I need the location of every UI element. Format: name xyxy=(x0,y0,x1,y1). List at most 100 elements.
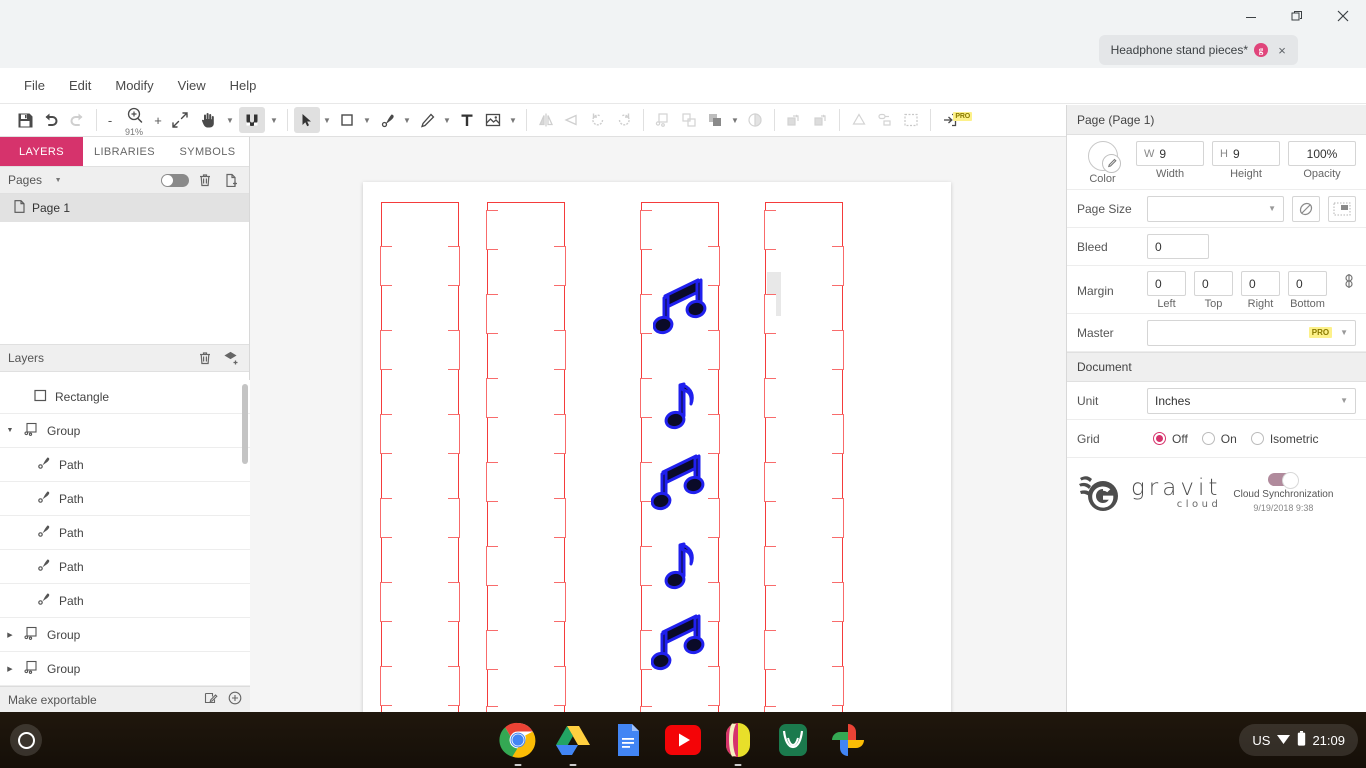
boolean-shapes-icon[interactable] xyxy=(702,107,728,133)
group-icon[interactable] xyxy=(650,107,676,133)
zoom-out-button[interactable]: - xyxy=(103,113,117,128)
artboard[interactable] xyxy=(363,182,951,712)
stand-piece-strip[interactable] xyxy=(485,202,567,712)
layer-row[interactable]: ▶ Group xyxy=(0,618,250,652)
mask-icon[interactable] xyxy=(742,107,768,133)
boolean-dropdown-caret-icon[interactable]: ▼ xyxy=(728,107,742,133)
edit-export-icon[interactable] xyxy=(204,691,218,708)
undo-icon[interactable] xyxy=(38,107,64,133)
wireshark-icon[interactable] xyxy=(774,721,812,759)
layer-row[interactable]: ▶ Group xyxy=(0,652,250,686)
image-tool-icon[interactable] xyxy=(480,107,506,133)
text-tool-icon[interactable] xyxy=(454,107,480,133)
music-note-beamed[interactable] xyxy=(651,450,707,512)
menu-edit[interactable]: Edit xyxy=(57,68,103,104)
select-dropdown-caret-icon[interactable]: ▼ xyxy=(320,107,334,133)
music-note-single[interactable] xyxy=(663,540,701,592)
page-item-page-1[interactable]: Page 1 xyxy=(0,194,249,222)
browser-tab[interactable]: Headphone stand pieces* g × xyxy=(1098,35,1298,65)
google-docs-icon[interactable] xyxy=(609,721,647,759)
menu-modify[interactable]: Modify xyxy=(103,68,165,104)
tab-symbols[interactable]: SYMBOLS xyxy=(166,137,249,166)
ungroup-icon[interactable] xyxy=(676,107,702,133)
page-opacity-input[interactable]: 100% xyxy=(1288,141,1356,166)
restore-icon[interactable] xyxy=(1274,0,1320,32)
add-export-icon[interactable] xyxy=(228,691,242,708)
shape-dropdown-caret-icon[interactable]: ▼ xyxy=(360,107,374,133)
page-orientation-button[interactable] xyxy=(1292,195,1320,222)
snap-dropdown-caret-icon[interactable]: ▼ xyxy=(267,107,281,133)
music-note-beamed[interactable] xyxy=(653,274,709,336)
layer-twisty-icon[interactable]: ▼ xyxy=(4,427,16,434)
layer-row[interactable]: Path xyxy=(0,516,250,550)
save-icon[interactable] xyxy=(12,107,38,133)
page-height-input[interactable]: H 9 xyxy=(1212,141,1280,166)
pencil-dropdown-caret-icon[interactable]: ▼ xyxy=(440,107,454,133)
rotate-right-icon[interactable] xyxy=(611,107,637,133)
music-note-beamed[interactable] xyxy=(651,610,707,672)
delete-layer-icon[interactable] xyxy=(195,348,215,368)
close-icon[interactable] xyxy=(1320,0,1366,32)
minimize-icon[interactable] xyxy=(1228,0,1274,32)
redo-icon[interactable] xyxy=(64,107,90,133)
cloud-sync-toggle[interactable] xyxy=(1268,472,1300,489)
page-width-input[interactable]: W 9 xyxy=(1136,141,1204,166)
rotate-left-icon[interactable] xyxy=(585,107,611,133)
layers-scrollbar[interactable] xyxy=(242,384,248,464)
menu-help[interactable]: Help xyxy=(218,68,269,104)
page-size-select[interactable]: ▼ xyxy=(1147,195,1284,222)
pen-dropdown-caret-icon[interactable]: ▼ xyxy=(400,107,414,133)
merge-paths-icon[interactable] xyxy=(846,107,872,133)
layer-twisty-icon[interactable]: ▶ xyxy=(4,631,16,639)
layer-twisty-icon[interactable]: ▶ xyxy=(4,665,16,673)
canvas-area[interactable] xyxy=(250,137,1066,712)
fit-to-screen-icon[interactable] xyxy=(167,107,193,133)
flip-vertical-icon[interactable] xyxy=(559,107,585,133)
pen-tool-icon[interactable] xyxy=(374,107,400,133)
master-select[interactable]: PRO ▼ xyxy=(1147,319,1356,346)
pencil-tool-icon[interactable] xyxy=(414,107,440,133)
pages-collapse-caret-icon[interactable]: ▼ xyxy=(48,170,68,190)
pages-visibility-toggle[interactable] xyxy=(161,173,189,187)
path-connect-icon[interactable] xyxy=(872,107,898,133)
margin-right-input[interactable]: 0 xyxy=(1241,271,1280,296)
layer-row[interactable]: Path xyxy=(0,448,250,482)
stand-piece-strip[interactable] xyxy=(379,202,461,712)
layer-row[interactable]: Path xyxy=(0,482,250,516)
slice-icon[interactable] xyxy=(898,107,924,133)
grid-option-off[interactable]: Off xyxy=(1153,432,1188,446)
export-icon[interactable]: PRO xyxy=(937,107,972,133)
image-dropdown-caret-icon[interactable]: ▼ xyxy=(506,107,520,133)
google-photos-icon[interactable] xyxy=(829,721,867,759)
menu-file[interactable]: File xyxy=(12,68,57,104)
layer-row[interactable]: Path xyxy=(0,584,250,618)
bring-forward-icon[interactable] xyxy=(781,107,807,133)
unit-select[interactable]: Inches ▼ xyxy=(1147,387,1356,414)
margin-bottom-input[interactable]: 0 xyxy=(1288,271,1327,296)
page-color-swatch[interactable] xyxy=(1087,141,1121,173)
status-area[interactable]: US 21:09 xyxy=(1239,724,1358,756)
youtube-icon[interactable] xyxy=(664,721,702,759)
google-drive-icon[interactable] xyxy=(554,721,592,766)
layer-row[interactable]: Path xyxy=(0,550,250,584)
layer-row[interactable]: Rectangle xyxy=(0,380,250,414)
chrome-icon[interactable] xyxy=(499,721,537,766)
zoom-level-control[interactable]: 91% xyxy=(119,105,149,137)
tab-libraries[interactable]: LIBRARIES xyxy=(83,137,166,166)
delete-page-icon[interactable] xyxy=(195,170,215,190)
send-backward-icon[interactable] xyxy=(807,107,833,133)
link-margins-icon[interactable] xyxy=(1342,273,1356,294)
tab-layers[interactable]: LAYERS xyxy=(0,137,83,166)
add-page-icon[interactable] xyxy=(221,170,241,190)
rectangle-tool-icon[interactable] xyxy=(334,107,360,133)
eyedropper-icon[interactable] xyxy=(1101,154,1121,173)
menu-view[interactable]: View xyxy=(166,68,218,104)
flip-horizontal-icon[interactable] xyxy=(533,107,559,133)
stand-piece-strip[interactable] xyxy=(639,202,721,712)
grid-option-isometric[interactable]: Isometric xyxy=(1250,432,1319,446)
gravit-designer-icon[interactable] xyxy=(719,721,757,766)
layer-row[interactable]: ▼ Group xyxy=(0,414,250,448)
tab-close-icon[interactable]: × xyxy=(1274,42,1290,58)
margin-left-input[interactable]: 0 xyxy=(1147,271,1186,296)
select-tool-icon[interactable] xyxy=(294,107,320,133)
